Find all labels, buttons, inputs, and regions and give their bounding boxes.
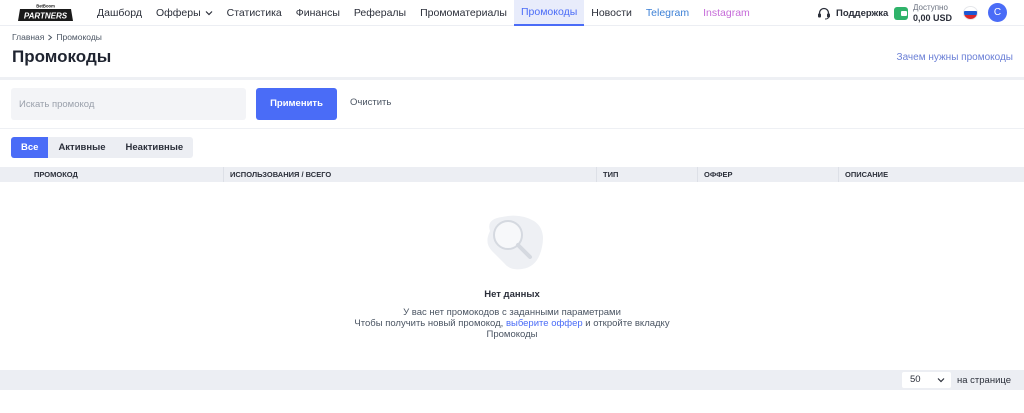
column-offer[interactable]: ОФФЕР bbox=[697, 167, 837, 182]
logo-main-text: PARTNERS bbox=[24, 12, 68, 21]
empty-state-text: У вас нет промокодов с заданными парамет… bbox=[312, 307, 712, 340]
per-page-label: на странице bbox=[957, 375, 1012, 386]
tab-all[interactable]: Все bbox=[11, 137, 49, 158]
chevron-down-icon bbox=[205, 11, 213, 16]
nav-item-news[interactable]: Новости bbox=[584, 0, 639, 26]
brand-logo[interactable]: BetBoom PARTNERS bbox=[17, 3, 74, 23]
nav-label: Промоматериалы bbox=[420, 7, 507, 19]
select-offer-link[interactable]: выберите оффер bbox=[506, 318, 583, 329]
nav-item-promo-materials[interactable]: Промоматериалы bbox=[413, 0, 514, 26]
table-header: ПРОМОКОД ИСПОЛЬЗОВАНИЯ / ВСЕГО ТИП ОФФЕР… bbox=[0, 167, 1024, 182]
empty-state-title: Нет данных bbox=[484, 289, 540, 300]
nav-item-statistics[interactable]: Статистика bbox=[220, 0, 289, 26]
empty-state-line: Промокоды bbox=[486, 329, 538, 340]
nav-item-instagram[interactable]: Instagram bbox=[696, 0, 757, 26]
per-page-select[interactable]: 50 bbox=[902, 372, 951, 388]
nav-label: Новости bbox=[591, 7, 632, 19]
nav-label: Рефералы bbox=[353, 7, 407, 19]
breadcrumb-home[interactable]: Главная bbox=[12, 32, 44, 42]
help-link[interactable]: Зачем нужны промокоды bbox=[897, 52, 1013, 63]
empty-state-line: Чтобы получить новый промокод, выберите … bbox=[312, 318, 712, 329]
nav-item-referrals[interactable]: Рефералы bbox=[347, 0, 413, 26]
nav-item-dashboard[interactable]: Дашборд bbox=[90, 0, 149, 26]
tab-inactive[interactable]: Неактивные bbox=[115, 137, 194, 158]
nav-label: Промокоды bbox=[520, 6, 578, 18]
search-input[interactable] bbox=[11, 88, 246, 120]
clear-button[interactable]: Очистить bbox=[350, 97, 391, 108]
page-title: Промокоды bbox=[12, 47, 112, 66]
status-filter-tabs: Все Активные Неактивные bbox=[11, 137, 194, 158]
balance-value: 0,00 USD bbox=[913, 13, 953, 23]
column-usage[interactable]: ИСПОЛЬЗОВАНИЯ / ВСЕГО bbox=[223, 167, 595, 182]
divider bbox=[0, 128, 1024, 129]
balance-label: Доступно bbox=[913, 3, 948, 12]
nav-label: Финансы bbox=[295, 7, 340, 19]
chevron-down-icon bbox=[937, 378, 945, 383]
nav-item-offers[interactable]: Офферы bbox=[149, 0, 220, 26]
breadcrumb-current: Промокоды bbox=[56, 32, 102, 42]
breadcrumb: Главная Промокоды bbox=[12, 32, 102, 42]
nav-item-telegram[interactable]: Telegram bbox=[639, 0, 696, 26]
support-link[interactable]: Поддержка bbox=[817, 0, 888, 26]
empty-state-line: У вас нет промокодов с заданными парамет… bbox=[403, 307, 621, 318]
table-footer bbox=[0, 370, 1024, 390]
nav-label: Дашборд bbox=[97, 7, 142, 19]
support-label: Поддержка bbox=[836, 7, 889, 19]
russian-flag-icon[interactable] bbox=[964, 7, 977, 19]
nav-label: Telegram bbox=[645, 7, 690, 19]
column-type[interactable]: ТИП bbox=[596, 167, 696, 182]
main-nav: Дашборд Офферы Статистика Финансы Рефера… bbox=[90, 0, 757, 26]
empty-search-icon bbox=[487, 215, 543, 270]
per-page-value: 50 bbox=[910, 374, 921, 385]
empty-state-text-part: Чтобы получить новый промокод, bbox=[354, 318, 506, 329]
nav-item-finance[interactable]: Финансы bbox=[289, 0, 347, 26]
nav-label: Офферы bbox=[155, 7, 201, 19]
nav-label: Статистика bbox=[226, 7, 282, 19]
wallet-icon bbox=[894, 6, 908, 20]
apply-button[interactable]: Применить bbox=[256, 88, 337, 120]
headset-icon bbox=[818, 7, 830, 19]
tab-active[interactable]: Активные bbox=[48, 137, 116, 158]
divider bbox=[0, 77, 1024, 80]
top-navbar: BetBoom PARTNERS Дашборд Офферы Статисти… bbox=[0, 0, 1024, 26]
avatar[interactable]: C bbox=[988, 3, 1007, 22]
column-description[interactable]: ОПИСАНИЕ bbox=[838, 167, 1024, 182]
empty-state-text-part: и откройте вкладку bbox=[582, 318, 670, 329]
balance-widget[interactable]: Доступно 0,00 USD bbox=[894, 2, 952, 24]
chevron-right-icon bbox=[48, 34, 53, 40]
logo-top-text: BetBoom bbox=[36, 4, 55, 9]
column-promocode[interactable]: ПРОМОКОД bbox=[28, 167, 222, 182]
nav-item-promocodes[interactable]: Промокоды bbox=[513, 0, 585, 26]
nav-label: Instagram bbox=[703, 7, 750, 19]
